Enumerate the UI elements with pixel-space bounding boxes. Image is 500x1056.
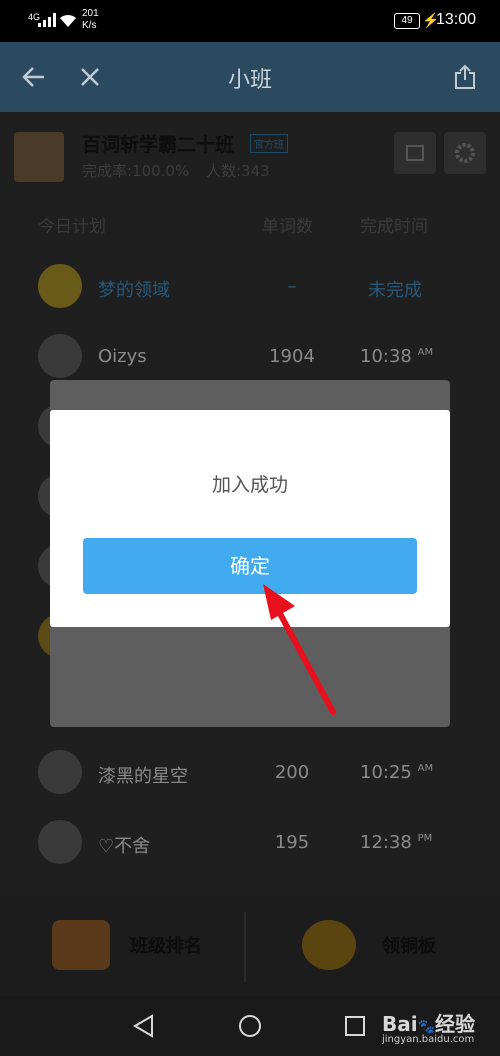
word-count: 1904 [269,346,315,367]
group-avatar [14,132,64,182]
wifi-icon [60,14,76,27]
col-header-count: 单词数 [262,217,313,237]
member-name: 梦的领域 [98,280,170,301]
finish-time: 10:25 AM [360,762,434,783]
member-count: 人数:343 [206,162,270,180]
annotation-arrow-icon [263,584,336,715]
recents-square-icon[interactable] [344,1015,366,1037]
page-title: 小班 [227,68,272,93]
completion-rate: 完成率:100.0% [82,162,190,180]
confirm-button[interactable]: 确定 [83,538,417,594]
gear-icon [455,143,475,163]
battery-indicator: 49 [394,13,420,29]
member-name: ♡不舍 [98,836,151,857]
signal-icon [38,13,56,27]
group-name: 百词斩学霸二十班 [82,134,235,156]
success-dialog: 加入成功 确定 [50,410,450,627]
member-name: Oizys [98,346,147,367]
user-avatar [38,820,82,864]
class-ranking-tab[interactable]: 班级排名 [130,932,202,958]
ranking-icon [52,920,110,970]
calendar-icon [406,145,424,161]
clock: 13:00 [436,11,477,28]
tab-divider [244,912,246,982]
member-name: 漆黑的星空 [98,766,188,787]
col-header-time: 完成时间 [360,217,428,237]
finish-time: 10:38 AM [360,346,434,367]
col-header-plan: 今日计划 [38,217,106,237]
user-avatar [38,750,82,794]
user-avatar [38,264,82,308]
copper-coin-icon [302,920,356,970]
paw-icon: 🐾 [417,1019,436,1035]
user-avatar [38,334,82,378]
network-speed: 201 K/s [82,8,99,31]
share-icon[interactable] [454,64,476,90]
word-count: 195 [274,832,310,853]
checkin-button[interactable] [394,132,436,174]
finish-time: 未完成 [368,280,422,301]
copper-tab[interactable]: 领铜板 [382,932,436,958]
word-count: – [287,276,297,297]
status-bar: 4G 201 K/s 49 ⚡ 13:00 [0,0,500,42]
official-badge: 官方班 [250,134,288,153]
finish-time: 12:38 PM [360,832,433,853]
settings-button[interactable] [444,132,486,174]
back-triangle-icon[interactable] [132,1014,154,1038]
word-count: 200 [274,762,310,783]
dialog-message: 加入成功 [211,474,288,496]
home-circle-icon[interactable] [238,1014,262,1038]
top-nav-bar: 小班 [0,42,500,112]
baidu-jingyan-watermark: Bai🐾经验 jingyan.baidu.com [382,1012,476,1045]
